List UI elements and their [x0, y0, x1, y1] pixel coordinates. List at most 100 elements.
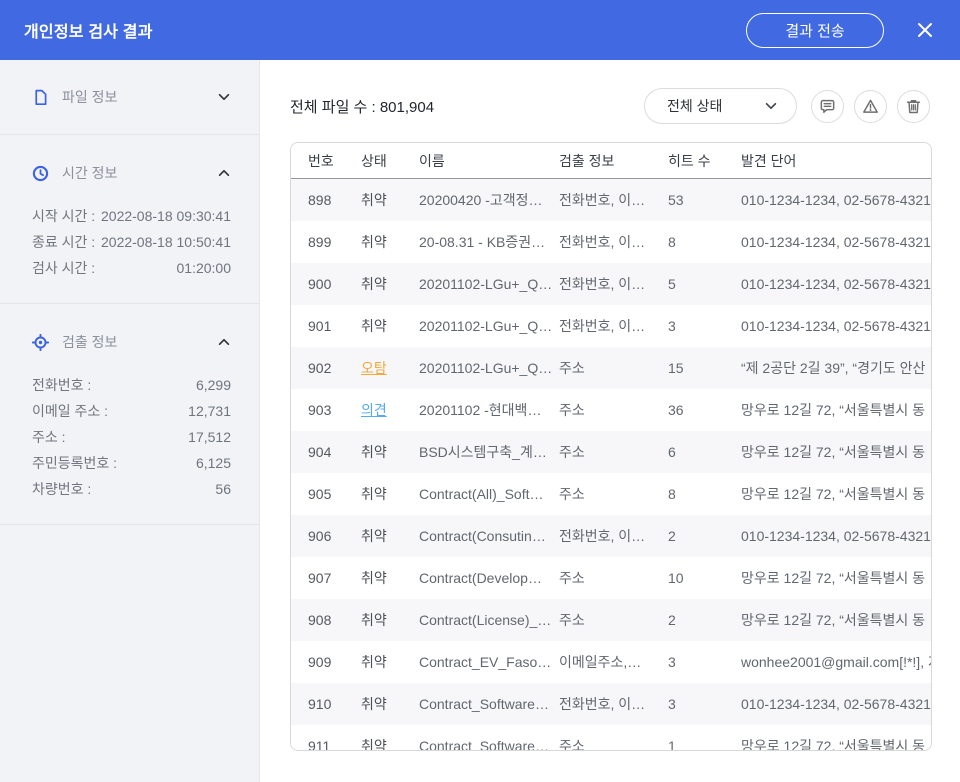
row-number: 898: [291, 192, 361, 208]
file-name: Contract_Software…: [419, 738, 559, 751]
found-words: 망우로 12길 72, “서울특별시 동: [741, 484, 931, 504]
file-name: 20201102-LGu+_Q…: [419, 276, 559, 292]
time-value: 2022-08-18 10:50:41: [101, 234, 231, 250]
detect-info-row: 주소 : 17,512: [32, 424, 231, 450]
time-value: 2022-08-18 09:30:41: [101, 208, 231, 224]
table-row[interactable]: 898취약20200420 -고객정…전화번호, 이…53010-1234-12…: [291, 179, 931, 221]
detect-info-row: 주민등록번호 : 6,125: [32, 450, 231, 476]
detect-info-header[interactable]: 검출 정보: [32, 325, 231, 359]
time-label: 시작 시간 :: [32, 206, 95, 226]
row-number: 905: [291, 486, 361, 502]
warning-button[interactable]: [854, 90, 887, 123]
file-name: 20201102-LGu+_Q…: [419, 360, 559, 376]
file-name: Contract(Consutin…: [419, 528, 559, 544]
detect-info: 전화번호, 이…: [559, 316, 668, 336]
detect-info: 주소: [559, 736, 668, 751]
file-icon: [32, 89, 49, 106]
table-row[interactable]: 904취약BSD시스템구축_계…주소6망우로 12길 72, “서울특별시 동: [291, 431, 931, 473]
table-row[interactable]: 910취약Contract_Software…전화번호, 이…3010-1234…: [291, 683, 931, 725]
table-body: 898취약20200420 -고객정…전화번호, 이…53010-1234-12…: [291, 179, 931, 751]
found-words: 망우로 12길 72, “서울특별시 동: [741, 400, 931, 420]
status-filter-dropdown[interactable]: 전체 상태: [644, 88, 797, 124]
hit-count: 2: [668, 528, 741, 544]
clock-icon: [32, 165, 49, 182]
time-info-header[interactable]: 시간 정보: [32, 156, 231, 190]
column-header: 검출 정보: [559, 151, 668, 171]
status-badge[interactable]: 의견: [361, 400, 419, 420]
file-name: Contract(Develop…: [419, 570, 559, 586]
status-badge[interactable]: 취약: [361, 694, 419, 714]
page-title: 개인정보 검사 결과: [24, 18, 153, 42]
status-badge[interactable]: 취약: [361, 274, 419, 294]
status-badge[interactable]: 취약: [361, 190, 419, 210]
status-badge[interactable]: 취약: [361, 526, 419, 546]
table-row[interactable]: 906취약Contract(Consutin…전화번호, 이…2010-1234…: [291, 515, 931, 557]
hit-count: 8: [668, 234, 741, 250]
time-info-row: 종료 시간 : 2022-08-18 10:50:41: [32, 229, 231, 255]
toolbar: 전체 파일 수 : 801,904 전체 상태: [290, 88, 930, 124]
chevron-up-icon: [217, 166, 231, 180]
status-badge[interactable]: 취약: [361, 484, 419, 504]
column-header: 히트 수: [668, 151, 741, 171]
detect-info: 전화번호, 이…: [559, 274, 668, 294]
file-name: Contract(All)_Soft…: [419, 486, 559, 502]
hit-count: 2: [668, 612, 741, 628]
table-row[interactable]: 902오탐20201102-LGu+_Q…주소15“제 2공단 2길 39”, …: [291, 347, 931, 389]
file-name: 20201102 -현대백…: [419, 400, 559, 420]
detect-info: 주소: [559, 568, 668, 588]
detect-info: 전화번호, 이…: [559, 232, 668, 252]
row-number: 904: [291, 444, 361, 460]
table-row[interactable]: 909취약Contract_EV_Faso…이메일주소,…3wonhee2001…: [291, 641, 931, 683]
detect-value: 56: [215, 481, 231, 497]
found-words: 망우로 12길 72, “서울특별시 동: [741, 736, 931, 751]
chevron-down-icon: [217, 90, 231, 104]
detect-label: 전화번호 :: [32, 375, 91, 395]
file-name: 20200420 -고객정…: [419, 190, 559, 210]
detect-label: 주민등록번호 :: [32, 453, 117, 473]
chevron-down-icon: [764, 99, 778, 113]
table-row[interactable]: 911취약Contract_Software…주소1망우로 12길 72, “서…: [291, 725, 931, 751]
detect-info: 주소: [559, 610, 668, 630]
file-name: Contract_EV_Faso…: [419, 654, 559, 670]
comment-button[interactable]: [811, 90, 844, 123]
status-badge[interactable]: 취약: [361, 568, 419, 588]
close-icon[interactable]: [914, 19, 936, 41]
table-row[interactable]: 900취약20201102-LGu+_Q…전화번호, 이…5010-1234-1…: [291, 263, 931, 305]
status-badge[interactable]: 취약: [361, 652, 419, 672]
found-words: 010-1234-1234, 02-5678-4321,: [741, 192, 931, 208]
found-words: 010-1234-1234, 02-5678-4321,: [741, 276, 931, 292]
column-header: 번호: [291, 151, 361, 171]
table-row[interactable]: 907취약Contract(Develop…주소10망우로 12길 72, “서…: [291, 557, 931, 599]
table-row[interactable]: 899취약20-08.31 - KB증권…전화번호, 이…8010-1234-1…: [291, 221, 931, 263]
status-badge[interactable]: 취약: [361, 610, 419, 630]
status-badge[interactable]: 취약: [361, 736, 419, 751]
column-header: 상태: [361, 151, 419, 171]
status-badge[interactable]: 오탐: [361, 358, 419, 378]
file-name: 20201102-LGu+_Q…: [419, 318, 559, 334]
table-row[interactable]: 908취약Contract(License)_…주소2망우로 12길 72, “…: [291, 599, 931, 641]
status-badge[interactable]: 취약: [361, 442, 419, 462]
found-words: 010-1234-1234, 02-5678-4321,: [741, 528, 931, 544]
detect-info: 전화번호, 이…: [559, 526, 668, 546]
time-label: 검사 시간 :: [32, 258, 95, 278]
file-name: 20-08.31 - KB증권…: [419, 232, 559, 252]
send-results-button[interactable]: 결과 전송: [746, 13, 884, 48]
table-row[interactable]: 905취약Contract(All)_Soft…주소8망우로 12길 72, “…: [291, 473, 931, 515]
delete-button[interactable]: [897, 90, 930, 123]
detect-info-row: 차량번호 : 56: [32, 476, 231, 502]
table-row[interactable]: 901취약20201102-LGu+_Q…전화번호, 이…3010-1234-1…: [291, 305, 931, 347]
row-number: 899: [291, 234, 361, 250]
row-number: 908: [291, 612, 361, 628]
found-words: 010-1234-1234, 02-5678-4321,: [741, 234, 931, 250]
status-badge[interactable]: 취약: [361, 232, 419, 252]
file-info-header[interactable]: 파일 정보: [32, 87, 231, 107]
detect-info-row: 이메일 주소 : 12,731: [32, 398, 231, 424]
hit-count: 8: [668, 486, 741, 502]
status-badge[interactable]: 취약: [361, 316, 419, 336]
section-label: 파일 정보: [62, 87, 117, 107]
table-row[interactable]: 903의견20201102 -현대백…주소36망우로 12길 72, “서울특별…: [291, 389, 931, 431]
target-icon: [32, 334, 49, 351]
main-panel: 전체 파일 수 : 801,904 전체 상태: [260, 60, 960, 782]
detect-info: 주소: [559, 442, 668, 462]
detect-value: 6,125: [196, 455, 231, 471]
